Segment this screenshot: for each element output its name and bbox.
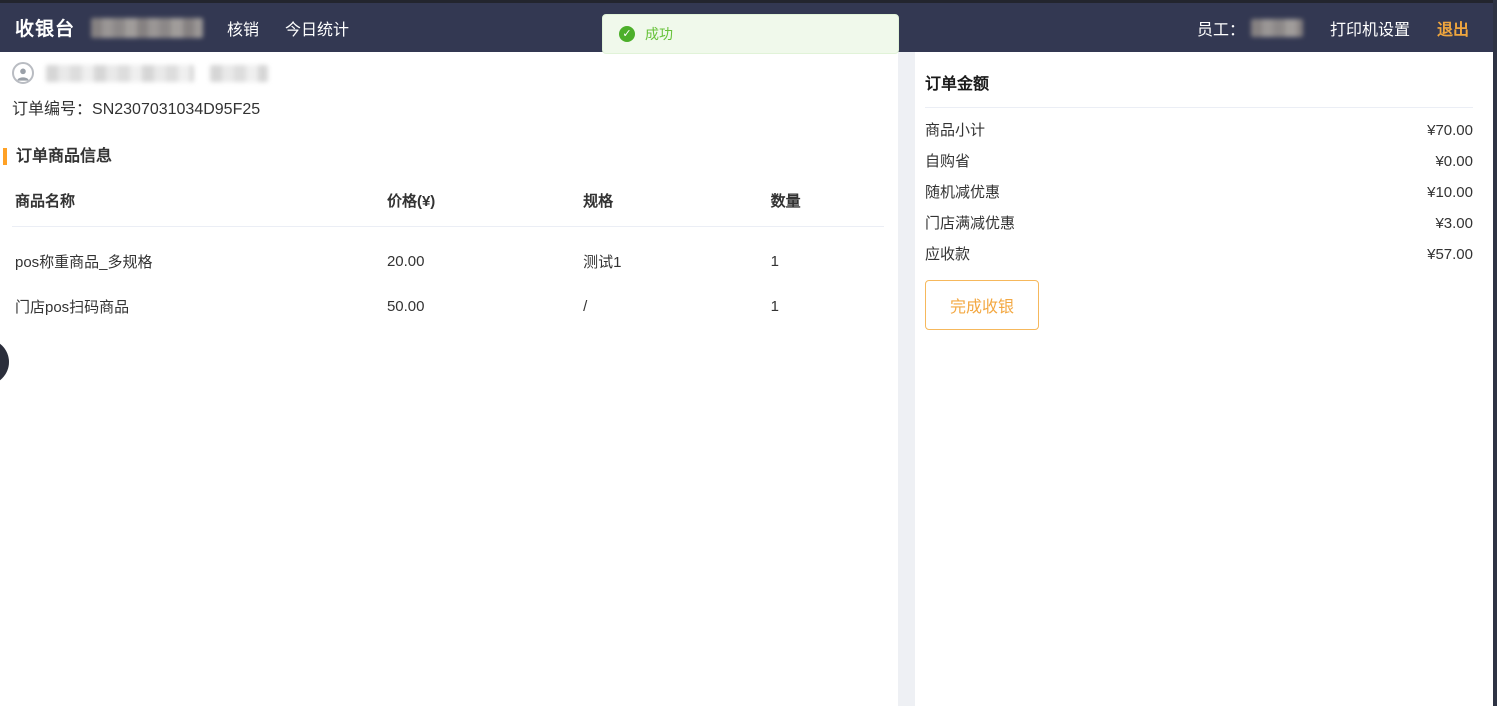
- amount-label: 商品小计: [925, 122, 985, 139]
- check-circle-icon: ✓: [619, 26, 635, 42]
- cell-spec: /: [583, 298, 770, 315]
- cell-price: 50.00: [387, 298, 583, 315]
- person-glyph: [15, 66, 31, 82]
- order-number-line: 订单编号：SN2307031034D95F25: [12, 95, 884, 119]
- customer-name-redacted-2: [210, 65, 268, 82]
- order-items-section-title: 订单商品信息: [3, 148, 884, 165]
- success-toast: ✓ 成功: [602, 14, 899, 54]
- logout-button[interactable]: 退出: [1437, 16, 1469, 40]
- background-window-edge: [1493, 0, 1497, 706]
- main-content: 订单编号：SN2307031034D95F25 订单商品信息 商品名称 价格(¥…: [0, 52, 1493, 706]
- amount-rows: 商品小计 ¥70.00 自购省 ¥0.00 随机减优惠 ¥10.00 门店满减优…: [925, 122, 1473, 263]
- order-detail-panel: 订单编号：SN2307031034D95F25 订单商品信息 商品名称 价格(¥…: [0, 52, 898, 706]
- customer-name-redacted: [46, 65, 194, 82]
- cell-quantity: 1: [771, 298, 884, 315]
- order-number-label: 订单编号：: [12, 101, 92, 118]
- amount-label: 门店满减优惠: [925, 215, 1015, 232]
- user-avatar-icon: [12, 62, 34, 84]
- col-header-spec: 规格: [583, 190, 770, 211]
- panel-divider: [898, 52, 915, 706]
- amount-value: ¥57.00: [1427, 246, 1473, 263]
- app-title: 收银台: [15, 14, 75, 41]
- complete-checkout-button[interactable]: 完成收银: [925, 280, 1039, 330]
- employee-label: 员工：: [1197, 16, 1245, 40]
- order-items-table: 商品名称 价格(¥) 规格 数量 pos称重商品_多规格 20.00 测试1 1…: [12, 180, 884, 317]
- amount-value: ¥3.00: [1435, 215, 1473, 232]
- col-header-product-name: 商品名称: [12, 190, 387, 211]
- col-header-quantity: 数量: [771, 190, 884, 211]
- store-name-redacted: [91, 18, 203, 38]
- amount-row-store-discount: 门店满减优惠 ¥3.00: [925, 215, 1473, 232]
- toast-message: 成功: [645, 24, 673, 44]
- amount-value: ¥10.00: [1427, 184, 1473, 201]
- amount-value: ¥0.00: [1435, 153, 1473, 170]
- amount-label: 自购省: [925, 153, 970, 170]
- cell-quantity: 1: [771, 253, 884, 270]
- nav-item-today-stats[interactable]: 今日统计: [285, 16, 349, 40]
- amount-label: 随机减优惠: [925, 184, 1000, 201]
- table-row: pos称重商品_多规格 20.00 测试1 1: [12, 227, 884, 272]
- col-header-price: 价格(¥): [387, 190, 583, 211]
- window-chrome-strip: [0, 0, 1497, 3]
- employee-name-redacted: [1251, 19, 1303, 37]
- printer-settings-button[interactable]: 打印机设置: [1330, 16, 1410, 40]
- table-row: 门店pos扫码商品 50.00 / 1: [12, 272, 884, 317]
- amount-row-self-purchase-saving: 自购省 ¥0.00: [925, 153, 1473, 170]
- amount-label: 应收款: [925, 246, 970, 263]
- order-amount-panel: 订单金额 商品小计 ¥70.00 自购省 ¥0.00 随机减优惠 ¥10.00 …: [915, 52, 1493, 706]
- amount-value: ¥70.00: [1427, 122, 1473, 139]
- order-amount-title: 订单金额: [925, 64, 1473, 108]
- cell-spec: 测试1: [583, 251, 770, 272]
- amount-row-random-discount: 随机减优惠 ¥10.00: [925, 184, 1473, 201]
- cell-product-name: pos称重商品_多规格: [12, 251, 387, 272]
- cell-product-name: 门店pos扫码商品: [12, 296, 387, 317]
- amount-row-subtotal: 商品小计 ¥70.00: [925, 122, 1473, 139]
- table-header-row: 商品名称 价格(¥) 规格 数量: [12, 180, 884, 227]
- cell-price: 20.00: [387, 253, 583, 270]
- employee-info: 员工：: [1197, 16, 1303, 40]
- amount-row-receivable: 应收款 ¥57.00: [925, 246, 1473, 263]
- order-number-value: SN2307031034D95F25: [92, 101, 260, 118]
- nav-item-verification[interactable]: 核销: [227, 16, 259, 40]
- customer-row: [12, 62, 884, 84]
